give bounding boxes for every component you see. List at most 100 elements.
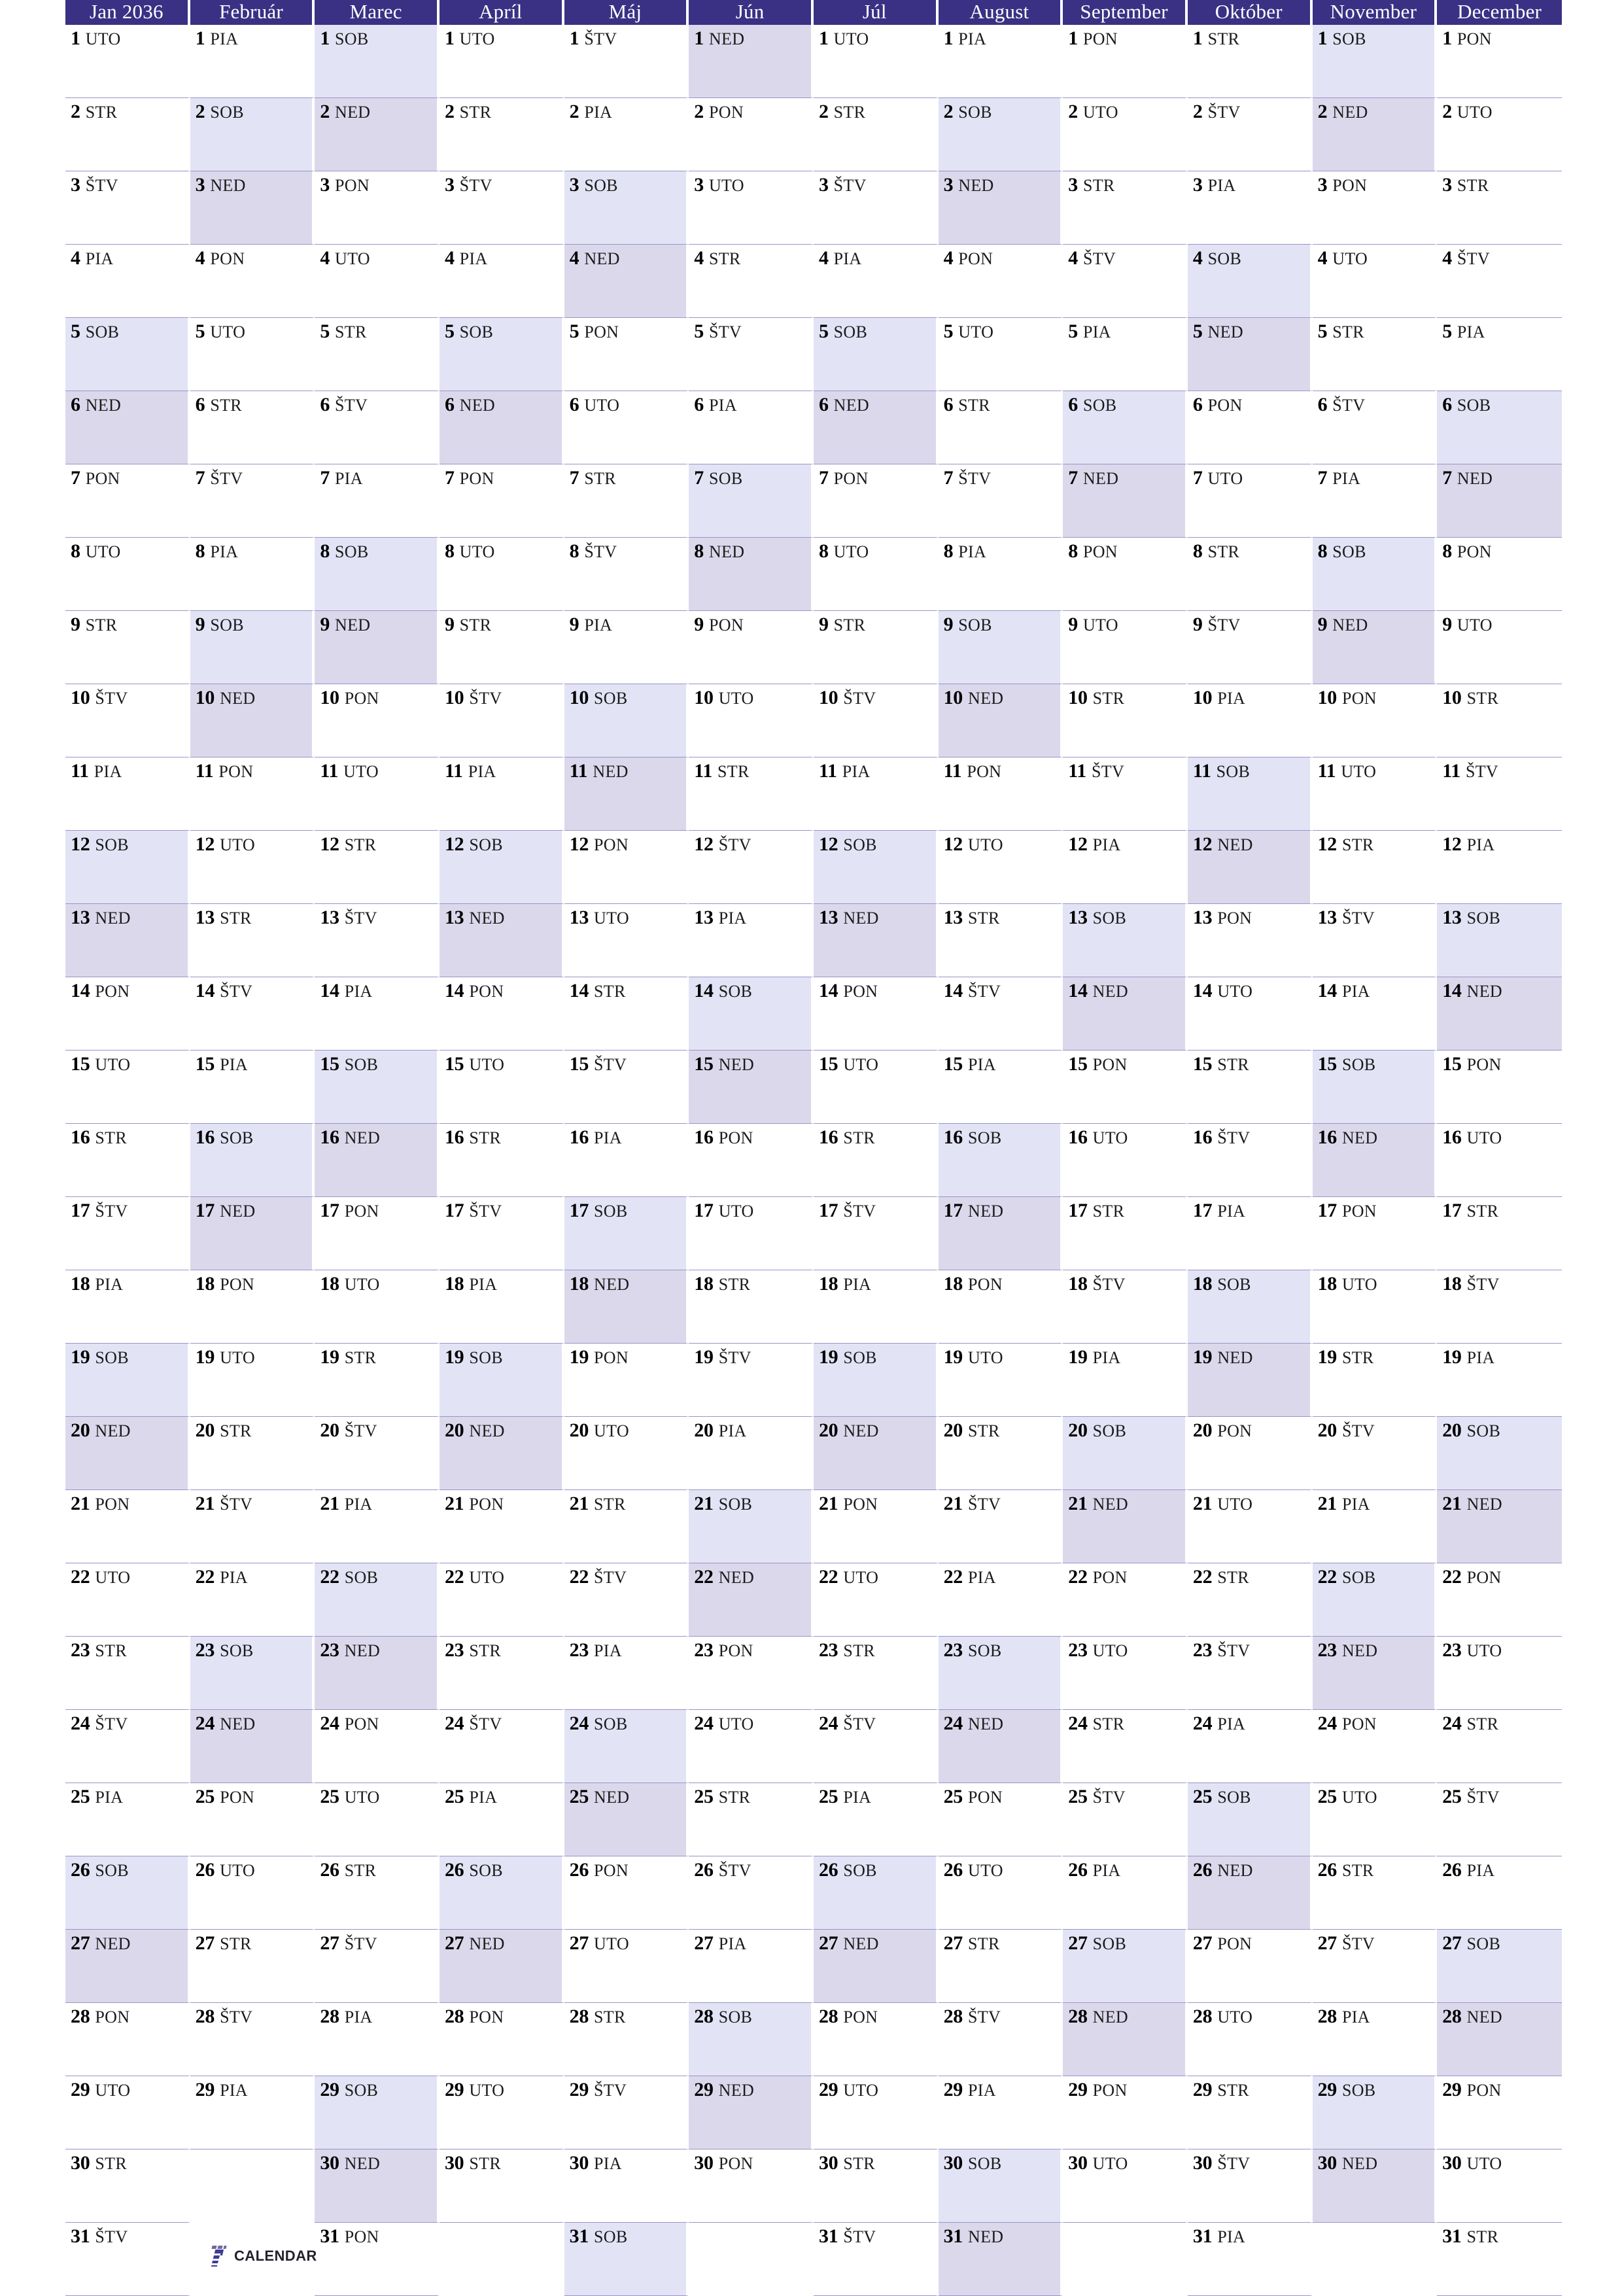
day-cell[interactable]: 20 NED	[65, 1417, 190, 1490]
day-cell[interactable]: 24 SOB	[564, 1710, 689, 1783]
day-cell[interactable]: 18 ŠTV	[1063, 1270, 1188, 1344]
day-cell[interactable]: 6 NED	[65, 391, 190, 464]
day-cell[interactable]: 5 PON	[564, 318, 689, 391]
day-cell[interactable]: 24 ŠTV	[813, 1710, 939, 1783]
day-cell[interactable]: 14 SOB	[689, 977, 814, 1051]
day-cell[interactable]: 16 SOB	[938, 1124, 1063, 1197]
month-header-8[interactable]: August	[938, 0, 1063, 25]
day-cell[interactable]: 13 NED	[813, 904, 939, 977]
day-cell[interactable]: 3 ŠTV	[813, 171, 939, 245]
day-cell[interactable]: 28 STR	[564, 2003, 689, 2076]
day-cell[interactable]: 21 ŠTV	[938, 1490, 1063, 1563]
day-cell[interactable]: 3 NED	[938, 171, 1063, 245]
day-cell[interactable]: 13 NED	[65, 904, 190, 977]
day-cell[interactable]: 9 SOB	[938, 611, 1063, 684]
day-cell[interactable]: 24 PIA	[1187, 1710, 1313, 1783]
day-cell[interactable]: 6 ŠTV	[1312, 391, 1438, 464]
day-cell[interactable]: 18 PON	[938, 1270, 1063, 1344]
day-cell[interactable]: 19 SOB	[439, 1344, 564, 1417]
day-cell[interactable]: 9 STR	[439, 611, 564, 684]
day-cell[interactable]: 13 NED	[439, 904, 564, 977]
day-cell[interactable]: 1 NED	[689, 25, 814, 98]
day-cell[interactable]: 25 NED	[564, 1783, 689, 1856]
day-cell[interactable]: 23 ŠTV	[1187, 1637, 1313, 1710]
day-cell[interactable]: 15 PIA	[190, 1051, 315, 1124]
day-cell[interactable]: 22 UTO	[439, 1563, 564, 1637]
day-cell[interactable]: 6 SOB	[1437, 391, 1562, 464]
day-cell[interactable]: 27 UTO	[564, 1930, 689, 2003]
day-cell[interactable]: 20 STR	[938, 1417, 1063, 1490]
day-cell[interactable]: 13 STR	[938, 904, 1063, 977]
day-cell[interactable]: 24 ŠTV	[65, 1710, 190, 1783]
day-cell[interactable]: 13 ŠTV	[1312, 904, 1438, 977]
day-cell[interactable]: 8 PON	[1063, 538, 1188, 611]
day-cell[interactable]: 11 PON	[938, 757, 1063, 831]
day-cell[interactable]: 28 PON	[439, 2003, 564, 2076]
day-cell[interactable]: 16 UTO	[1063, 1124, 1188, 1197]
day-cell[interactable]: 10 ŠTV	[439, 684, 564, 757]
day-cell[interactable]: 12 PON	[564, 831, 689, 904]
day-cell[interactable]: 22 NED	[689, 1563, 814, 1637]
day-cell[interactable]: 6 UTO	[564, 391, 689, 464]
day-cell[interactable]: 4 PON	[938, 245, 1063, 318]
day-cell[interactable]: 11 UTO	[315, 757, 440, 831]
day-cell[interactable]: 18 PIA	[439, 1270, 564, 1344]
day-cell[interactable]: 5 STR	[315, 318, 440, 391]
day-cell[interactable]: 19 NED	[1187, 1344, 1313, 1417]
day-cell[interactable]: 12 SOB	[439, 831, 564, 904]
day-cell[interactable]: 18 PIA	[65, 1270, 190, 1344]
day-cell[interactable]: 7 PIA	[315, 464, 440, 538]
day-cell[interactable]: 18 PON	[190, 1270, 315, 1344]
day-cell[interactable]: 23 PIA	[564, 1637, 689, 1710]
day-cell[interactable]: 20 SOB	[1437, 1417, 1562, 1490]
day-cell[interactable]: 6 PIA	[689, 391, 814, 464]
day-cell[interactable]: 18 ŠTV	[1437, 1270, 1562, 1344]
day-cell[interactable]: 19 SOB	[65, 1344, 190, 1417]
day-cell[interactable]: 21 PON	[439, 1490, 564, 1563]
day-cell[interactable]: 11 ŠTV	[1437, 757, 1562, 831]
day-cell[interactable]: 1 SOB	[315, 25, 440, 98]
day-cell[interactable]: 18 STR	[689, 1270, 814, 1344]
day-cell[interactable]: 9 ŠTV	[1187, 611, 1313, 684]
day-cell[interactable]: 1 UTO	[813, 25, 939, 98]
day-cell[interactable]: 3 NED	[190, 171, 315, 245]
day-cell[interactable]: 2 ŠTV	[1187, 98, 1313, 171]
day-cell[interactable]: 18 SOB	[1187, 1270, 1313, 1344]
day-cell[interactable]: 22 PIA	[938, 1563, 1063, 1637]
day-cell[interactable]: 25 PIA	[65, 1783, 190, 1856]
day-cell[interactable]: 8 UTO	[65, 538, 190, 611]
day-cell[interactable]: 13 PIA	[689, 904, 814, 977]
day-cell[interactable]: 2 STR	[813, 98, 939, 171]
day-cell[interactable]: 16 NED	[1312, 1124, 1438, 1197]
day-cell[interactable]: 20 NED	[439, 1417, 564, 1490]
day-cell[interactable]: 5 NED	[1187, 318, 1313, 391]
day-cell[interactable]: 16 STR	[439, 1124, 564, 1197]
day-cell[interactable]: 22 STR	[1187, 1563, 1313, 1637]
day-cell[interactable]: 10 STR	[1437, 684, 1562, 757]
day-cell[interactable]: 21 NED	[1063, 1490, 1188, 1563]
day-cell[interactable]: 17 SOB	[564, 1197, 689, 1270]
day-cell[interactable]: 30 ŠTV	[1187, 2149, 1313, 2223]
day-cell[interactable]: 1 UTO	[439, 25, 564, 98]
day-cell[interactable]: 4 ŠTV	[1063, 245, 1188, 318]
day-cell[interactable]: 9 UTO	[1063, 611, 1188, 684]
day-cell[interactable]: 23 NED	[1312, 1637, 1438, 1710]
day-cell[interactable]: 15 PON	[1437, 1051, 1562, 1124]
day-cell[interactable]: 1 SOB	[1312, 25, 1438, 98]
day-cell[interactable]: 23 SOB	[938, 1637, 1063, 1710]
day-cell[interactable]: 14 NED	[1063, 977, 1188, 1051]
day-cell[interactable]: 26 PON	[564, 1856, 689, 1930]
day-cell[interactable]: 29 SOB	[315, 2076, 440, 2149]
day-cell[interactable]: 24 STR	[1437, 1710, 1562, 1783]
day-cell[interactable]: 6 ŠTV	[315, 391, 440, 464]
day-cell[interactable]: 5 UTO	[190, 318, 315, 391]
day-cell[interactable]: 13 STR	[190, 904, 315, 977]
day-cell[interactable]: 7 SOB	[689, 464, 814, 538]
day-cell[interactable]: 10 SOB	[564, 684, 689, 757]
day-cell[interactable]: 24 NED	[190, 1710, 315, 1783]
day-cell[interactable]: 5 PIA	[1437, 318, 1562, 391]
day-cell[interactable]: 10 NED	[938, 684, 1063, 757]
day-cell[interactable]: 21 PON	[65, 1490, 190, 1563]
day-cell[interactable]: 2 PIA	[564, 98, 689, 171]
day-cell[interactable]: 23 STR	[813, 1637, 939, 1710]
